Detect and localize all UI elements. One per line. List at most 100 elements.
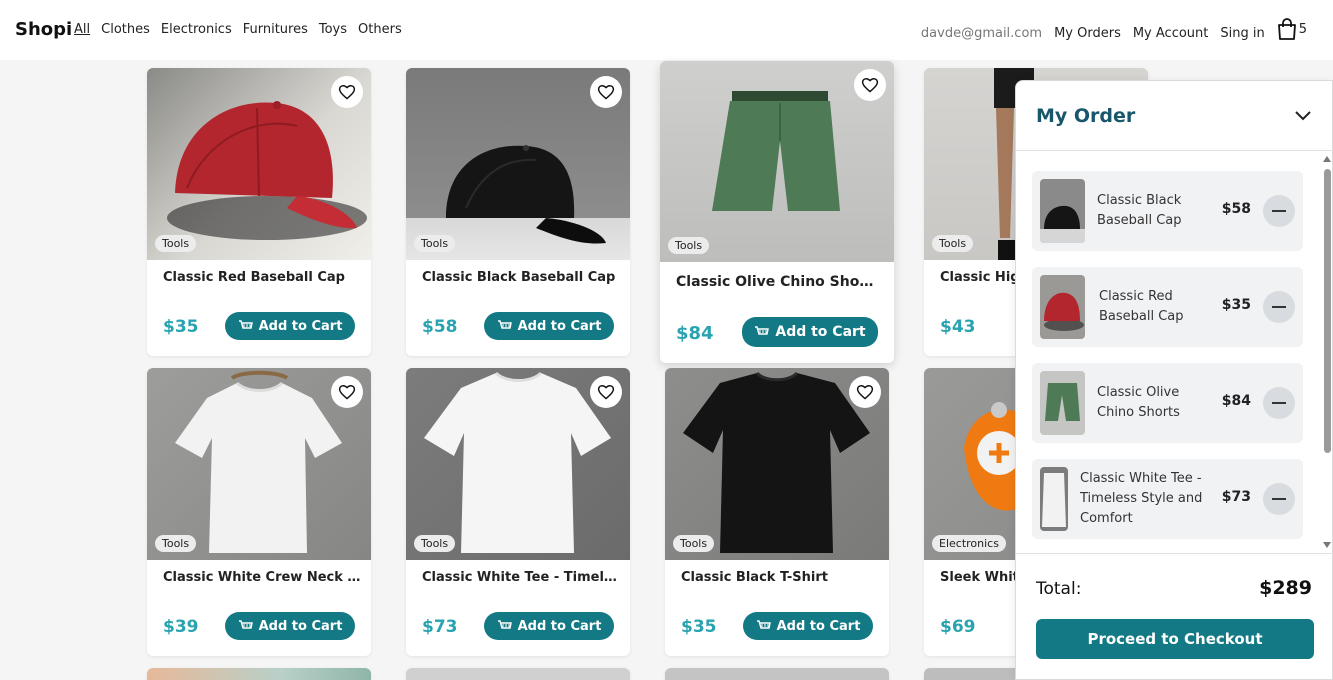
category-badge: Tools	[155, 535, 197, 552]
category-badge: Electronics	[932, 535, 1006, 552]
product-image[interactable]: Tools	[406, 368, 630, 560]
category-badge: Tools	[668, 237, 710, 254]
heart-icon	[597, 85, 615, 100]
account-nav: davde@gmail.com My Orders My Account Sin…	[920, 18, 1307, 44]
favorite-button[interactable]	[590, 76, 622, 108]
product-image[interactable]: Tools	[665, 368, 889, 560]
minus-icon	[1272, 402, 1286, 404]
user-email: davde@gmail.com	[920, 25, 1043, 41]
remove-item-button[interactable]	[1263, 195, 1295, 227]
product-title: Classic Black T-Shirt	[681, 570, 828, 585]
nav-category-others[interactable]: Others	[358, 22, 402, 37]
add-to-cart-button[interactable]: Add to Cart	[225, 312, 355, 340]
order-panel-header: My Order	[1016, 81, 1333, 151]
product-price: $69	[940, 617, 976, 637]
order-item-price: $58	[1221, 201, 1251, 217]
product-card[interactable]: Tools Classic Red Baseball Cap $35 Add t…	[147, 68, 371, 356]
my-account-link[interactable]: My Account	[1133, 26, 1209, 41]
product-title: Classic White Crew Neck T-S...	[163, 570, 363, 585]
chevron-down-icon	[1295, 111, 1311, 121]
cart-icon	[756, 620, 771, 629]
favorite-button[interactable]	[331, 376, 363, 408]
heart-icon	[856, 385, 874, 400]
product-image[interactable]: Tools	[660, 61, 894, 262]
nav-category-furnitures[interactable]: Furnitures	[243, 22, 308, 37]
order-item-name: Classic Olive Chino Shorts	[1097, 385, 1180, 420]
product-image[interactable]: Tools	[406, 68, 630, 260]
add-to-cart-label: Add to Cart	[517, 618, 602, 634]
order-item-image	[1040, 467, 1068, 531]
add-to-cart-button[interactable]: Add to Cart	[484, 612, 614, 640]
product-price: $43	[940, 317, 976, 337]
product-price: $35	[163, 317, 199, 337]
category-badge: Tools	[673, 535, 715, 552]
nav-category-clothes[interactable]: Clothes	[101, 22, 150, 37]
cart-icon	[497, 320, 512, 329]
cart-icon	[497, 620, 512, 629]
my-orders-link[interactable]: My Orders	[1054, 26, 1121, 41]
product-image[interactable]: Tools	[147, 68, 371, 260]
category-nav: All Clothes Electronics Furnitures Toys …	[74, 22, 402, 37]
cart-button[interactable]: 5	[1277, 18, 1307, 40]
product-card[interactable]: Tools Classic Black Baseball Cap $58 Add…	[406, 68, 630, 356]
heart-icon	[338, 385, 356, 400]
total-label: Total:	[1036, 579, 1082, 599]
order-item-image	[1040, 275, 1085, 339]
add-to-cart-label: Add to Cart	[258, 618, 343, 634]
order-item: Classic Black Baseball Cap $58	[1032, 171, 1303, 251]
minus-icon	[1272, 498, 1286, 500]
product-card[interactable]: Tools Classic Olive Chino Shorts $84 Add…	[660, 61, 894, 363]
product-image[interactable]: Tools	[147, 368, 371, 560]
heart-icon	[338, 85, 356, 100]
favorite-button[interactable]	[331, 76, 363, 108]
order-scrollbar[interactable]	[1321, 153, 1333, 553]
add-to-cart-label: Add to Cart	[258, 318, 343, 334]
add-to-cart-button[interactable]: Add to Cart	[225, 612, 355, 640]
cart-icon	[238, 320, 253, 329]
product-price: $35	[681, 617, 717, 637]
product-card[interactable]: Tools Classic White Tee - Timeless ... $…	[406, 368, 630, 656]
sign-in-link[interactable]: Sing in	[1220, 26, 1264, 41]
product-card[interactable]	[147, 668, 371, 680]
product-card[interactable]	[406, 668, 630, 680]
order-item-price: $84	[1221, 393, 1251, 409]
product-title: Classic Olive Chino Shorts	[676, 274, 876, 290]
order-item-image	[1040, 179, 1085, 243]
category-badge: Tools	[414, 235, 456, 252]
nav-category-electronics[interactable]: Electronics	[161, 22, 232, 37]
add-to-cart-label: Add to Cart	[517, 318, 602, 334]
nav-category-all[interactable]: All	[74, 22, 90, 37]
category-badge: Tools	[932, 235, 974, 252]
product-title: Classic White Tee - Timeless ...	[422, 570, 622, 585]
nav-category-toys[interactable]: Toys	[319, 22, 347, 37]
heart-icon	[861, 78, 879, 93]
brand-logo[interactable]: Shopi	[15, 19, 72, 40]
product-title: Classic Red Baseball Cap	[163, 270, 345, 285]
cart-icon	[755, 326, 770, 335]
order-panel-title: My Order	[1036, 105, 1136, 127]
collapse-button[interactable]	[1294, 107, 1312, 126]
product-card[interactable]: Tools Classic Black T-Shirt $35 Add to C…	[665, 368, 889, 656]
favorite-button[interactable]	[590, 376, 622, 408]
product-card[interactable]: Tools Classic White Crew Neck T-S... $39…	[147, 368, 371, 656]
order-item-image	[1040, 371, 1085, 435]
favorite-button[interactable]	[849, 376, 881, 408]
product-price: $84	[676, 323, 714, 344]
category-badge: Tools	[155, 235, 197, 252]
minus-icon	[1272, 306, 1286, 308]
order-item-price: $35	[1221, 297, 1251, 313]
favorite-button[interactable]	[854, 69, 886, 101]
remove-item-button[interactable]	[1263, 387, 1295, 419]
add-to-cart-button[interactable]: Add to Cart	[742, 317, 878, 347]
cart-icon	[238, 620, 253, 629]
add-to-cart-button[interactable]: Add to Cart	[743, 612, 873, 640]
product-card[interactable]	[665, 668, 889, 680]
order-item: Classic Red Baseball Cap $35	[1032, 267, 1303, 347]
remove-item-button[interactable]	[1263, 291, 1295, 323]
order-item-name: Classic Red Baseball Cap	[1099, 289, 1184, 324]
remove-item-button[interactable]	[1263, 483, 1295, 515]
checkout-button[interactable]: Proceed to Checkout	[1036, 619, 1314, 659]
order-item-price: $73	[1221, 489, 1251, 505]
add-to-cart-label: Add to Cart	[775, 324, 866, 340]
add-to-cart-button[interactable]: Add to Cart	[484, 312, 614, 340]
